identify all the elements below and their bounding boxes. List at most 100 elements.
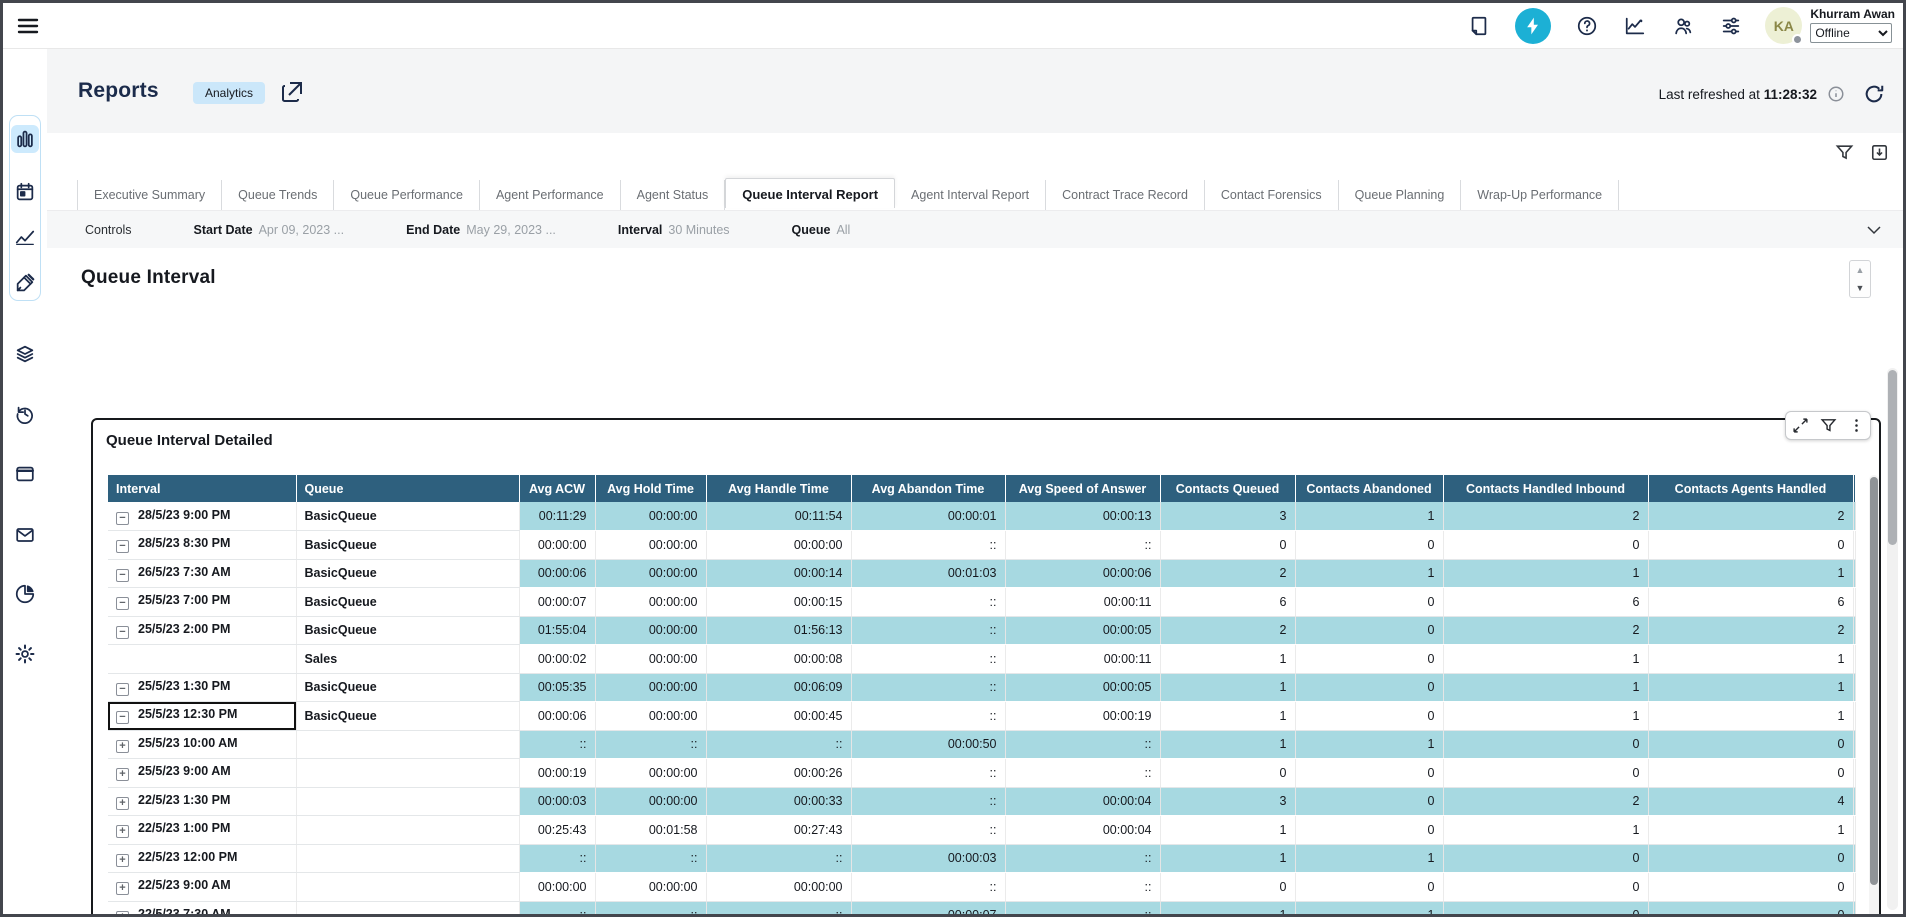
column-header-contacts-handled-inbound[interactable]: Contacts Handled Inbound [1443, 475, 1648, 502]
value-cell[interactable]: 1 [1648, 559, 1853, 588]
column-header-queue[interactable]: Queue [296, 475, 519, 502]
value-cell[interactable] [1853, 673, 1855, 702]
value-cell[interactable]: 0 [1443, 873, 1648, 902]
value-cell[interactable]: 2 [1160, 616, 1295, 645]
value-cell[interactable]: 2 [1443, 616, 1648, 645]
value-cell[interactable]: 1 [1295, 844, 1443, 873]
filter-icon[interactable] [1835, 143, 1854, 162]
value-cell[interactable] [1853, 844, 1855, 873]
value-cell[interactable]: 00:00:11 [1005, 645, 1160, 674]
more-options-icon[interactable] [1848, 417, 1865, 434]
column-header-interval[interactable]: Interval [108, 475, 296, 502]
value-cell[interactable]: :: [851, 702, 1005, 731]
control-queue[interactable]: QueueAll [792, 223, 851, 237]
queue-cell[interactable]: BasicQueue [296, 502, 519, 531]
value-cell[interactable]: 00:00:05 [1005, 673, 1160, 702]
value-cell[interactable]: :: [1005, 844, 1160, 873]
column-header-contacts-queued[interactable]: Contacts Queued [1160, 475, 1295, 502]
expand-row-icon[interactable]: + [116, 797, 129, 810]
value-cell[interactable]: 3 [1160, 502, 1295, 531]
value-cell[interactable]: 0 [1443, 844, 1648, 873]
interval-cell[interactable] [108, 645, 296, 674]
value-cell[interactable] [1853, 616, 1855, 645]
value-cell[interactable]: 00:00:06 [519, 559, 595, 588]
collapse-row-icon[interactable]: − [116, 597, 129, 610]
value-cell[interactable]: :: [851, 531, 1005, 560]
spinner-up-icon[interactable]: ▲ [1850, 261, 1870, 279]
value-cell[interactable]: :: [1005, 759, 1160, 788]
value-cell[interactable]: :: [851, 645, 1005, 674]
value-cell[interactable]: 0 [1443, 759, 1648, 788]
refresh-icon[interactable] [1863, 83, 1885, 105]
value-cell[interactable]: 00:00:08 [706, 645, 851, 674]
value-cell[interactable]: 2 [1160, 559, 1295, 588]
sidebar-window-icon[interactable] [12, 461, 38, 487]
value-cell[interactable]: 1 [1295, 730, 1443, 759]
queue-cell[interactable] [296, 873, 519, 902]
sidebar-barchart-icon[interactable] [11, 125, 39, 153]
value-cell[interactable]: 4 [1648, 787, 1853, 816]
help-icon[interactable] [1575, 14, 1599, 38]
value-cell[interactable]: 00:06:09 [706, 673, 851, 702]
value-cell[interactable]: 01:56:13 [706, 616, 851, 645]
interval-cell[interactable]: +25/5/23 9:00 AM [108, 759, 296, 788]
tab-queue-interval-report[interactable]: Queue Interval Report [725, 178, 895, 208]
value-cell[interactable]: 6 [1160, 588, 1295, 617]
interval-cell[interactable]: +22/5/23 1:00 PM [108, 816, 296, 845]
value-cell[interactable]: 00:00:04 [1005, 816, 1160, 845]
value-cell[interactable]: :: [1005, 730, 1160, 759]
value-cell[interactable] [1853, 702, 1855, 731]
interval-cell[interactable]: −25/5/23 2:00 PM [108, 616, 296, 645]
queue-cell[interactable]: BasicQueue [296, 531, 519, 560]
collapse-row-icon[interactable]: − [116, 569, 129, 582]
control-interval[interactable]: Interval30 Minutes [618, 223, 730, 237]
value-cell[interactable]: 1 [1648, 816, 1853, 845]
hamburger-menu-icon[interactable] [16, 14, 40, 38]
value-cell[interactable]: 2 [1648, 502, 1853, 531]
value-cell[interactable]: :: [519, 901, 595, 917]
value-cell[interactable]: 00:00:00 [595, 787, 706, 816]
value-cell[interactable]: :: [851, 588, 1005, 617]
focus-mode-icon[interactable] [1792, 417, 1809, 434]
value-cell[interactable]: 00:00:03 [851, 844, 1005, 873]
value-cell[interactable]: 1 [1160, 901, 1295, 917]
value-cell[interactable]: 00:00:19 [1005, 702, 1160, 731]
canvas-scrollbar[interactable] [1887, 368, 1898, 910]
value-cell[interactable]: :: [851, 816, 1005, 845]
sidebar-gear-icon[interactable] [12, 641, 38, 667]
value-cell[interactable]: 1 [1160, 816, 1295, 845]
value-cell[interactable] [1853, 502, 1855, 531]
tab-executive-summary[interactable]: Executive Summary [77, 180, 222, 210]
value-cell[interactable]: 00:00:13 [1005, 502, 1160, 531]
interval-cell[interactable]: +22/5/23 12:00 PM [108, 844, 296, 873]
value-cell[interactable]: :: [851, 759, 1005, 788]
external-link-icon[interactable] [280, 80, 304, 104]
value-cell[interactable]: :: [1005, 901, 1160, 917]
expand-row-icon[interactable]: + [116, 911, 129, 917]
value-cell[interactable]: 00:00:05 [1005, 616, 1160, 645]
collapse-row-icon[interactable]: − [116, 626, 129, 639]
interval-cell[interactable]: −28/5/23 9:00 PM [108, 502, 296, 531]
column-header-avg-handle-time[interactable]: Avg Handle Time [706, 475, 851, 502]
value-cell[interactable]: 1 [1443, 645, 1648, 674]
value-cell[interactable] [1853, 787, 1855, 816]
value-cell[interactable]: 0 [1295, 616, 1443, 645]
value-cell[interactable]: 00:00:33 [706, 787, 851, 816]
control-end-date[interactable]: End DateMay 29, 2023 ... [406, 223, 556, 237]
value-cell[interactable]: 00:00:15 [706, 588, 851, 617]
value-cell[interactable]: 00:00:00 [706, 531, 851, 560]
sidebar-penchart-icon[interactable] [12, 270, 38, 296]
canvas-scroll-thumb[interactable] [1888, 370, 1897, 545]
value-cell[interactable]: 01:55:04 [519, 616, 595, 645]
table-vscroll-thumb[interactable] [1870, 477, 1878, 885]
queue-cell[interactable] [296, 901, 519, 917]
value-cell[interactable]: 00:00:26 [706, 759, 851, 788]
column-header-avg-abandon-time[interactable]: Avg Abandon Time [851, 475, 1005, 502]
sidebar-calendar-icon[interactable] [12, 179, 38, 205]
value-cell[interactable]: 00:00:02 [519, 645, 595, 674]
tab-contract-trace-record[interactable]: Contract Trace Record [1046, 180, 1205, 210]
queue-cell[interactable]: BasicQueue [296, 588, 519, 617]
queue-cell[interactable]: BasicQueue [296, 702, 519, 731]
value-cell[interactable]: 1 [1295, 901, 1443, 917]
value-cell[interactable]: 6 [1443, 588, 1648, 617]
